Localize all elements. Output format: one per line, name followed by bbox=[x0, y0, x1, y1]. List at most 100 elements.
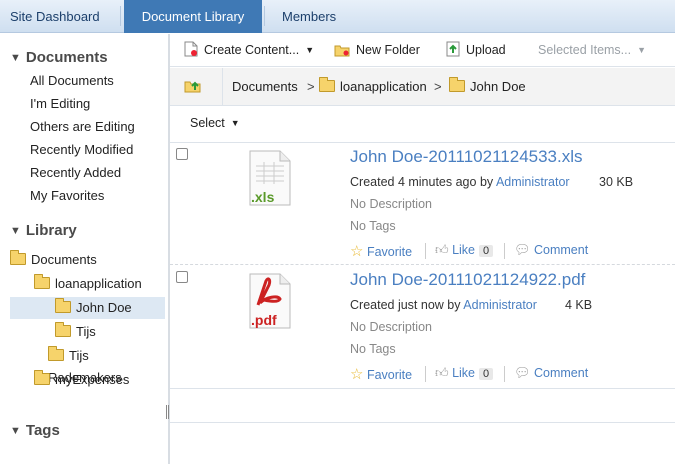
tree-item-john-doe[interactable]: John Doe bbox=[10, 297, 165, 319]
breadcrumb-label: John Doe bbox=[470, 79, 526, 94]
filter-recently-added[interactable]: Recently Added bbox=[30, 165, 121, 180]
list-footer-divider bbox=[170, 422, 675, 423]
file-tags: No Tags bbox=[350, 219, 396, 233]
upload-icon bbox=[446, 37, 460, 70]
collapse-triangle-icon: ▼ bbox=[10, 225, 21, 237]
documents-section-title: Documents bbox=[25, 49, 108, 66]
folder-open-icon bbox=[34, 274, 50, 289]
new-folder-label: New Folder bbox=[356, 43, 420, 57]
tab-members[interactable]: Members bbox=[272, 0, 346, 33]
new-document-icon bbox=[184, 37, 198, 70]
comment-icon: 💬︎ bbox=[514, 242, 531, 257]
breadcrumb-separator: > bbox=[307, 79, 315, 94]
upload-button[interactable]: Upload bbox=[446, 34, 506, 67]
filter-im-editing[interactable]: I'm Editing bbox=[30, 96, 90, 111]
tree-item-tijs[interactable]: Tijs bbox=[10, 321, 165, 343]
breadcrumb-divider bbox=[222, 68, 223, 106]
filter-recently-modified[interactable]: Recently Modified bbox=[30, 142, 133, 157]
tab-document-library[interactable]: Document Library bbox=[124, 0, 262, 33]
thumbs-up-icon: 👍︎ bbox=[435, 242, 449, 257]
like-button[interactable]: 👍︎ Like 0 bbox=[435, 365, 494, 381]
file-type-label: .pdf bbox=[251, 312, 277, 328]
tree-item-label: loanapplication bbox=[55, 276, 142, 291]
tab-site-dashboard[interactable]: Site Dashboard bbox=[0, 0, 118, 33]
author-link[interactable]: Administrator bbox=[496, 175, 570, 189]
folder-icon bbox=[34, 370, 50, 385]
breadcrumb-separator: > bbox=[434, 79, 442, 94]
resize-grip-handle[interactable] bbox=[166, 405, 169, 419]
select-bar: Select ▼ bbox=[170, 107, 675, 143]
filter-all-documents[interactable]: All Documents bbox=[30, 73, 114, 88]
folder-open-icon bbox=[10, 250, 26, 265]
breadcrumb-label: loanapplication bbox=[340, 79, 427, 94]
like-count: 0 bbox=[479, 245, 494, 257]
file-description: No Description bbox=[350, 197, 432, 211]
file-type-label: .xls bbox=[251, 189, 275, 205]
dropdown-caret-icon: ▼ bbox=[637, 45, 647, 55]
tags-section-header[interactable]: ▼ Tags bbox=[10, 422, 60, 439]
library-section-title: Library bbox=[25, 222, 77, 239]
folder-icon bbox=[48, 346, 64, 361]
select-menu-button[interactable]: Select ▼ bbox=[190, 116, 240, 130]
breadcrumb-documents[interactable]: Documents bbox=[232, 68, 298, 106]
breadcrumb-loanapplication[interactable]: loanapplication bbox=[319, 68, 427, 106]
row-divider bbox=[170, 264, 675, 265]
new-folder-icon bbox=[334, 37, 350, 70]
tree-item-loanapplication[interactable]: loanapplication bbox=[10, 273, 165, 295]
star-icon: ☆ bbox=[350, 243, 364, 260]
author-link[interactable]: Administrator bbox=[463, 298, 537, 312]
selected-items-menu[interactable]: Selected Items... ▼ bbox=[538, 34, 646, 67]
filter-my-favorites[interactable]: My Favorites bbox=[30, 188, 104, 203]
tree-item-label: myExpenses bbox=[55, 372, 130, 387]
comment-label: Comment bbox=[534, 366, 589, 380]
new-folder-button[interactable]: New Folder bbox=[334, 34, 420, 67]
breadcrumb-john-doe[interactable]: John Doe bbox=[449, 68, 526, 106]
folder-icon bbox=[319, 77, 335, 92]
file-description: No Description bbox=[350, 320, 432, 334]
star-icon: ☆ bbox=[350, 366, 364, 383]
file-name-link[interactable]: John Doe-20111021124533.xls bbox=[350, 147, 583, 167]
create-content-button[interactable]: Create Content... ▼ bbox=[184, 34, 314, 67]
favorite-button[interactable]: ☆ Favorite bbox=[350, 365, 412, 383]
file-created-info: Created just now by Administrator bbox=[350, 298, 537, 312]
tree-item-documents[interactable]: Documents bbox=[10, 249, 165, 271]
favorite-button[interactable]: ☆ Favorite bbox=[350, 242, 412, 260]
action-separator bbox=[425, 366, 426, 382]
breadcrumb: Documents > loanapplication > John Doe bbox=[170, 68, 675, 106]
tree-item-tijs-rademakers[interactable]: Tijs Rademakers bbox=[10, 345, 165, 385]
library-section-header[interactable]: ▼ Library bbox=[10, 222, 77, 239]
row-select-checkbox[interactable] bbox=[176, 148, 188, 160]
nav-separator bbox=[120, 6, 121, 26]
created-text: Created just now by bbox=[350, 298, 461, 312]
collapse-triangle-icon: ▼ bbox=[10, 52, 21, 64]
tree-item-myexpenses[interactable]: myExpenses bbox=[10, 369, 165, 391]
dropdown-caret-icon: ▼ bbox=[305, 45, 315, 55]
comment-button[interactable]: 💬︎ Comment bbox=[514, 365, 588, 381]
document-toolbar: Create Content... ▼ New Folder Upload Sel… bbox=[170, 34, 675, 67]
favorite-label: Favorite bbox=[366, 245, 413, 259]
folder-up-button[interactable] bbox=[184, 68, 202, 106]
dropdown-caret-icon: ▼ bbox=[230, 118, 240, 128]
like-button[interactable]: 👍︎ Like 0 bbox=[435, 242, 494, 258]
file-name-link[interactable]: John Doe-20111021124922.pdf bbox=[350, 270, 585, 290]
filter-others-editing[interactable]: Others are Editing bbox=[30, 119, 135, 134]
file-size: 30 KB bbox=[599, 175, 634, 189]
created-text: Created 4 minutes ago by bbox=[350, 175, 494, 189]
nav-separator bbox=[264, 6, 265, 26]
action-separator bbox=[425, 243, 426, 259]
site-navigation: Site Dashboard Document Library Members bbox=[0, 0, 675, 33]
thumbs-up-icon: 👍︎ bbox=[435, 365, 449, 380]
tree-item-label: Documents bbox=[31, 252, 97, 267]
tags-section-title: Tags bbox=[25, 422, 60, 439]
row-divider bbox=[170, 388, 675, 389]
folder-icon bbox=[449, 77, 465, 92]
document-row: .xls John Doe-20111021124533.xls Created… bbox=[170, 144, 675, 263]
folder-up-icon bbox=[184, 81, 201, 93]
row-select-checkbox[interactable] bbox=[176, 271, 188, 283]
collapse-triangle-icon: ▼ bbox=[10, 425, 21, 437]
documents-section-header[interactable]: ▼ Documents bbox=[10, 49, 108, 66]
favorite-label: Favorite bbox=[366, 368, 413, 382]
comment-button[interactable]: 💬︎ Comment bbox=[514, 242, 588, 258]
upload-label: Upload bbox=[466, 43, 506, 57]
comment-icon: 💬︎ bbox=[514, 365, 531, 380]
